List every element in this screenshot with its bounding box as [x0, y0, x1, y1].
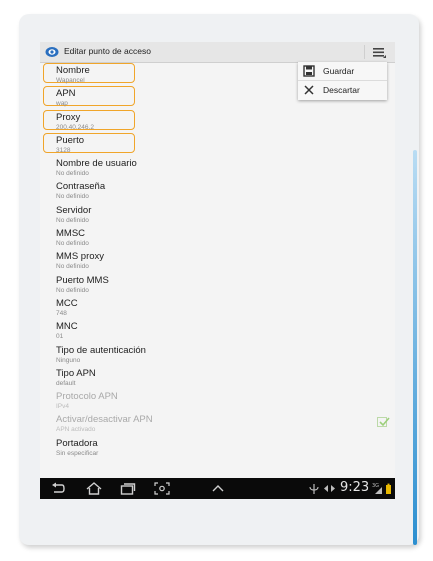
- setting-value: APN activado: [56, 426, 96, 434]
- setting-value: default: [56, 379, 76, 387]
- menu-item-descartar[interactable]: Descartar: [298, 80, 387, 99]
- usb-and-sync-icons: [309, 484, 335, 494]
- setting-label: MMSC: [56, 228, 86, 240]
- setting-label: Protocolo APN: [56, 391, 118, 403]
- setting-label: Contraseña: [56, 181, 106, 193]
- setting-label: Puerto: [56, 134, 84, 146]
- svg-text:3G: 3G: [372, 483, 379, 489]
- save-icon: [303, 65, 315, 77]
- status-clock: 9:23: [340, 480, 370, 495]
- tablet-screen: Editar punto de acceso Nombre Wapancel APN…: [40, 42, 395, 499]
- setting-item-mcc[interactable]: MCC 748: [40, 296, 395, 319]
- chevron-up-icon[interactable]: [210, 482, 226, 495]
- setting-value: 748: [56, 309, 67, 317]
- setting-label: Servidor: [56, 204, 92, 216]
- setting-value: No definido: [56, 193, 89, 201]
- setting-label: MMS proxy: [56, 251, 105, 263]
- setting-item-puerto[interactable]: Puerto 3128: [40, 132, 395, 156]
- setting-value: Ninguno: [56, 356, 81, 364]
- setting-item-protocolo-apn[interactable]: Protocolo APN IPv4: [40, 389, 395, 412]
- close-icon: [304, 85, 314, 95]
- setting-value: Wapancel: [56, 77, 85, 84]
- menu-item-label: Descartar: [323, 85, 360, 95]
- setting-item-tipo-de-autenticación[interactable]: Tipo de autenticación Ninguno: [40, 343, 395, 366]
- setting-item-mmsc[interactable]: MMSC No definido: [40, 226, 395, 249]
- setting-item-servidor[interactable]: Servidor No definido: [40, 203, 395, 226]
- setting-item-mnc[interactable]: MNC 01: [40, 319, 395, 342]
- action-bar-divider: [364, 45, 365, 59]
- menu-item-label: Guardar: [323, 66, 355, 76]
- setting-value: No definido: [56, 240, 89, 248]
- action-bar: Editar punto de acceso: [40, 42, 395, 63]
- setting-label: Tipo APN: [56, 367, 96, 379]
- setting-item-tipo-apn[interactable]: Tipo APN default: [40, 366, 395, 389]
- system-navigation-bar: 9:23 3G: [40, 478, 395, 499]
- setting-value: wap: [56, 100, 68, 108]
- home-icon[interactable]: [86, 482, 102, 495]
- setting-item-nombre-de-usuario[interactable]: Nombre de usuario No definido: [40, 156, 395, 179]
- setting-value: No definido: [56, 286, 89, 294]
- setting-label: Nombre: [56, 65, 90, 76]
- setting-label: APN: [56, 88, 76, 100]
- setting-item-activar-desactivar-apn[interactable]: Activar/desactivar APN APN activado: [40, 412, 395, 435]
- back-icon[interactable]: [50, 482, 66, 495]
- setting-label: Portadora: [56, 437, 98, 449]
- setting-value: No definido: [56, 216, 89, 224]
- setting-value: No definido: [56, 170, 89, 178]
- setting-label: Nombre de usuario: [56, 158, 137, 170]
- setting-value: 200.40.246.2: [56, 123, 94, 131]
- tablet-edge-accent: [413, 150, 417, 545]
- apn-settings-list: Nombre Wapancel APN wap Proxy 200.40.246.2 Pue…: [40, 63, 395, 459]
- setting-value: Sin especificar: [56, 449, 99, 457]
- setting-label: Activar/desactivar APN: [56, 414, 153, 426]
- screenshot-icon[interactable]: [154, 482, 170, 495]
- apn-enabled-checkbox[interactable]: [377, 417, 390, 428]
- menu-item-guardar[interactable]: Guardar: [298, 62, 387, 80]
- page-title: Editar punto de acceso: [64, 46, 151, 56]
- settings-app-icon[interactable]: [45, 46, 59, 58]
- setting-label: MNC: [56, 321, 78, 333]
- checkmark-icon: [379, 417, 390, 427]
- setting-item-puerto-mms[interactable]: Puerto MMS No definido: [40, 273, 395, 296]
- setting-item-proxy[interactable]: Proxy 200.40.246.2: [40, 109, 395, 133]
- setting-value: No definido: [56, 263, 89, 271]
- recent-apps-icon[interactable]: [120, 482, 136, 495]
- setting-label: MCC: [56, 297, 78, 309]
- overflow-menu-icon[interactable]: [371, 45, 387, 59]
- setting-item-mms-proxy[interactable]: MMS proxy No definido: [40, 249, 395, 272]
- setting-label: Puerto MMS: [56, 274, 109, 286]
- signal-battery-icon: 3G: [372, 483, 391, 494]
- overflow-menu-popup: Guardar Descartar: [298, 62, 387, 100]
- setting-item-portadora[interactable]: Portadora Sin especificar: [40, 436, 395, 459]
- setting-label: Proxy: [56, 111, 81, 123]
- setting-label: Tipo de autenticación: [56, 344, 146, 356]
- setting-value: IPv4: [56, 403, 70, 411]
- setting-item-contraseña[interactable]: Contraseña No definido: [40, 179, 395, 202]
- setting-value: 01: [56, 333, 64, 341]
- setting-value: 3128: [56, 146, 71, 154]
